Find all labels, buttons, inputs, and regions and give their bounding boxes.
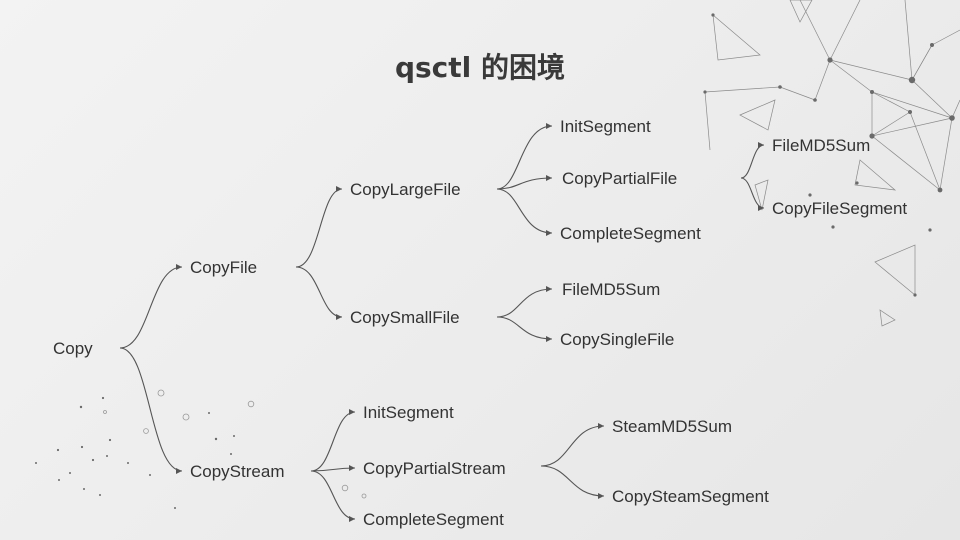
decorative-network — [703, 0, 960, 327]
tree-nodes: Copy CopyFile CopyStream CopyLargeFile C… — [53, 117, 907, 529]
edge-copypartialstream-steammd5sum — [540, 423, 605, 467]
tree-diagram: Copy CopyFile CopyStream CopyLargeFile C… — [35, 0, 960, 529]
edge-copylargefile-initsegment — [496, 123, 553, 190]
node-copylargefile: CopyLargeFile — [350, 180, 461, 199]
node-filemd5sum-small: FileMD5Sum — [562, 280, 660, 299]
node-copysteamsegment: CopySteamSegment — [612, 487, 769, 506]
node-copypartialstream: CopyPartialStream — [363, 459, 506, 478]
edge-copystream-completesegment — [310, 470, 356, 522]
node-steammd5sum: SteamMD5Sum — [612, 417, 732, 436]
edge-copystream-initsegment — [310, 409, 356, 472]
node-completesegment: CompleteSegment — [560, 224, 701, 243]
edge-copylargefile-completesegment — [496, 188, 553, 236]
node-filemd5sum: FileMD5Sum — [772, 136, 870, 155]
edge-copylargefile-copypartialfile — [496, 175, 553, 190]
edge-copypartialstream-copysteamsegment — [540, 465, 605, 499]
node-initsegment-stream: InitSegment — [363, 403, 454, 422]
edge-copypartialfile-filemd5sum — [740, 142, 765, 179]
node-completesegment-stream: CompleteSegment — [363, 510, 504, 529]
node-copypartialfile: CopyPartialFile — [562, 169, 677, 188]
edge-copy-copyfile — [119, 264, 183, 349]
node-initsegment: InitSegment — [560, 117, 651, 136]
node-copy: Copy — [53, 339, 93, 358]
node-copysinglefile: CopySingleFile — [560, 330, 674, 349]
node-copyfilesegment: CopyFileSegment — [772, 199, 907, 218]
edge-copysmallfile-copysinglefile — [496, 316, 553, 342]
edge-copysmallfile-filemd5sum — [496, 286, 553, 318]
edge-copy-copystream — [119, 347, 183, 474]
edge-copyfile-copysmallfile — [295, 266, 343, 320]
node-copyfile: CopyFile — [190, 258, 257, 277]
node-copystream: CopyStream — [190, 462, 284, 481]
edge-copyfile-copylargefile — [295, 186, 343, 268]
decorative-particles — [35, 389, 367, 509]
node-copysmallfile: CopySmallFile — [350, 308, 460, 327]
